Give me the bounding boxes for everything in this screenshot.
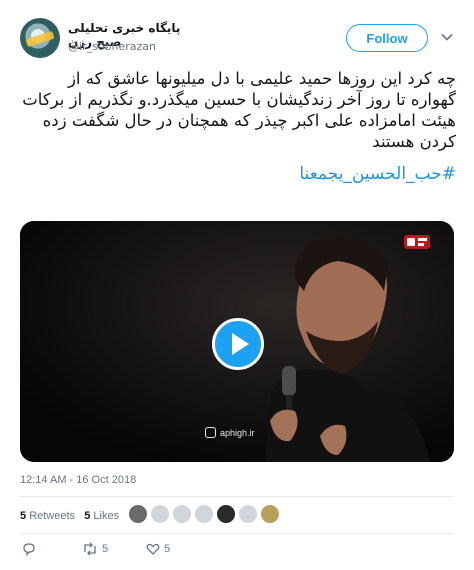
retweet-count: 5 (102, 543, 109, 555)
channel-logo-icon (402, 232, 432, 252)
play-button[interactable] (212, 318, 264, 370)
retweets-stat[interactable]: 5 Retweets (20, 510, 75, 522)
divider (20, 533, 454, 534)
tweet-actions: 5 5 (20, 542, 220, 562)
account-handle[interactable]: @ir_sobherazan (68, 40, 156, 53)
like-button[interactable]: 5 (146, 542, 170, 556)
account-avatar[interactable] (20, 18, 60, 58)
tweet-header: پایگاه خبری تحلیلی صبح رزن @ir_sobheraza… (0, 0, 474, 64)
hashtag-link[interactable]: #حب_الحسین_یجمعنا (18, 164, 456, 184)
likes-label: Likes (93, 510, 120, 522)
retweets-count: 5 (20, 510, 27, 522)
liker-avatar[interactable] (128, 504, 148, 524)
liker-avatar[interactable] (150, 504, 170, 524)
liker-avatar[interactable] (194, 504, 214, 524)
likes-count: 5 (84, 510, 91, 522)
divider (20, 496, 454, 497)
instagram-icon (205, 427, 216, 438)
chevron-down-icon[interactable] (440, 30, 454, 44)
follow-button[interactable]: Follow (346, 24, 428, 52)
retweet-icon (84, 542, 96, 556)
likes-stat[interactable]: 5 Likes (84, 510, 119, 522)
liker-avatar[interactable] (172, 504, 192, 524)
like-count: 5 (164, 543, 171, 555)
reply-icon (23, 543, 35, 556)
liker-avatar[interactable] (238, 504, 258, 524)
liker-avatar[interactable] (216, 504, 236, 524)
heart-icon (146, 543, 160, 555)
tweet-text: چه کرد این روزها حمید علیمی با دل میلیون… (22, 69, 456, 151)
retweet-button[interactable]: 5 (82, 542, 108, 556)
engagement-stats: 5 Retweets 5 Likes (20, 510, 119, 522)
video-watermark: aphigh.ir (220, 428, 255, 438)
reply-button[interactable] (22, 542, 36, 556)
tweet-timestamp[interactable]: 12:14 AM - 16 Oct 2018 (20, 474, 136, 486)
retweets-label: Retweets (29, 510, 76, 522)
liker-avatar[interactable] (260, 504, 280, 524)
